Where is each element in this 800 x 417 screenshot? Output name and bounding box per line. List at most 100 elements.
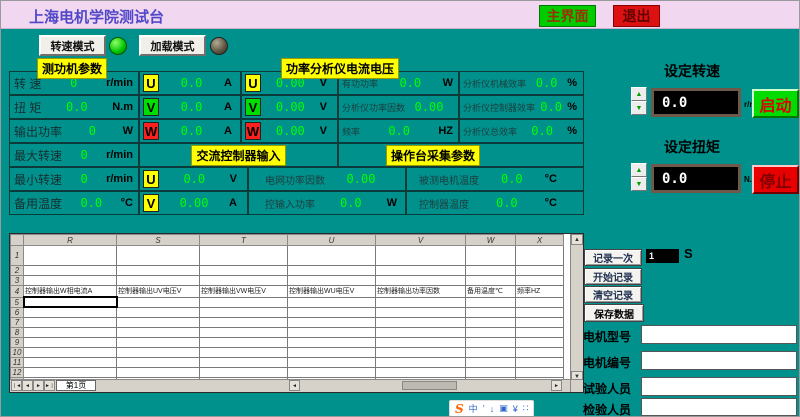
sheet-row-header[interactable]: 12	[11, 367, 24, 377]
sheet-cell[interactable]	[117, 357, 200, 367]
sheet-row-header[interactable]: 11	[11, 357, 24, 367]
torque-up-button[interactable]: ▲	[631, 163, 647, 177]
sheet-cell[interactable]	[516, 307, 564, 317]
sheet-cell[interactable]	[200, 266, 288, 276]
set-speed-display[interactable]: 0.0	[651, 88, 741, 117]
hscroll-left-icon[interactable]: ◄	[289, 380, 300, 391]
sheet-cell[interactable]	[516, 357, 564, 367]
ime-lang-icon[interactable]: 中	[469, 402, 478, 415]
sheet-cell[interactable]	[466, 337, 516, 347]
speed-down-button[interactable]: ▼	[631, 101, 647, 115]
sheet-cell[interactable]	[376, 297, 466, 307]
sheet-cell[interactable]	[24, 297, 117, 307]
sheet-cell[interactable]	[376, 367, 466, 377]
sheet-cell[interactable]	[288, 327, 376, 337]
sheet-cell[interactable]	[466, 317, 516, 327]
sheet-row-header[interactable]: 5	[11, 297, 24, 307]
sheet-cell[interactable]	[376, 246, 466, 266]
sheet-row-header[interactable]: 7	[11, 317, 24, 327]
sheet-cell[interactable]: 控制器输出UV电压V	[117, 286, 200, 298]
sheet-cell[interactable]	[288, 347, 376, 357]
sheet-cell[interactable]	[466, 297, 516, 307]
clear-record-button[interactable]: 清空记录	[584, 286, 642, 303]
sheet-cell[interactable]	[288, 266, 376, 276]
sheet-cell[interactable]	[516, 337, 564, 347]
sheet-vscrollbar[interactable]: ▲ ▼	[570, 234, 583, 382]
sheet-row-header[interactable]: 2	[11, 266, 24, 276]
sheet-cell[interactable]	[376, 357, 466, 367]
sheet-cell[interactable]	[117, 337, 200, 347]
sheet-cell[interactable]	[24, 357, 117, 367]
sheet-cell[interactable]	[24, 347, 117, 357]
sheet-cell[interactable]	[288, 317, 376, 327]
sheet-col-header[interactable]: V	[376, 235, 466, 246]
sheet-cell[interactable]	[466, 327, 516, 337]
sheet-cell[interactable]	[24, 317, 117, 327]
sheet-cell[interactable]	[200, 276, 288, 286]
sheet-cell[interactable]	[117, 276, 200, 286]
sheet-cell[interactable]: 控制器输出功率因数	[376, 286, 466, 298]
sheet-cell[interactable]: 控制器输出WU电压V	[288, 286, 376, 298]
sheet-cell[interactable]	[117, 327, 200, 337]
sheet-row-header[interactable]: 4	[11, 286, 24, 298]
sheet-row-header[interactable]: 6	[11, 307, 24, 317]
sheet-col-header[interactable]: R	[24, 235, 117, 246]
sheet-cell[interactable]: 备用温度℃	[466, 286, 516, 298]
sheet-cell[interactable]	[24, 337, 117, 347]
record-interval-display[interactable]: 1	[646, 249, 679, 263]
sheet-cell[interactable]	[117, 317, 200, 327]
sheet-col-header[interactable]: X	[516, 235, 564, 246]
sheet-cell[interactable]	[516, 276, 564, 286]
sheet-cell[interactable]: 控制器输出W相电流A	[24, 286, 117, 298]
tester-input[interactable]	[641, 377, 797, 396]
sheet-cell[interactable]	[117, 307, 200, 317]
ime-logo-icon[interactable]: S	[455, 402, 464, 416]
sheet-cell[interactable]	[466, 276, 516, 286]
scroll-up-icon[interactable]: ▲	[571, 234, 583, 245]
exit-button[interactable]: 退出	[613, 5, 660, 27]
sheet-cell[interactable]	[117, 297, 200, 307]
sheet-cell[interactable]	[516, 327, 564, 337]
set-torque-display[interactable]: 0.0	[651, 164, 741, 193]
hscroll-right-icon[interactable]: ►	[551, 380, 562, 391]
ime-skin-icon[interactable]: ¥	[513, 404, 518, 414]
sheet-cell[interactable]	[376, 327, 466, 337]
sheet-cell[interactable]	[376, 317, 466, 327]
sheet-row-header[interactable]: 3	[11, 276, 24, 286]
sheet-col-header[interactable]: S	[117, 235, 200, 246]
sheet-cell[interactable]	[376, 266, 466, 276]
sheet-cell[interactable]	[200, 367, 288, 377]
sheet-cell[interactable]	[288, 357, 376, 367]
speed-mode-button[interactable]: 转速模式	[39, 35, 106, 56]
sheet-cell[interactable]	[466, 246, 516, 266]
prev-page-icon[interactable]: ◄	[22, 380, 33, 391]
sheet-col-header[interactable]: W	[466, 235, 516, 246]
sheet-cell[interactable]	[24, 367, 117, 377]
sheet-cell[interactable]	[466, 357, 516, 367]
sheet-row-header[interactable]: 10	[11, 347, 24, 357]
sheet-cell[interactable]: 频率HZ	[516, 286, 564, 298]
record-once-button[interactable]: 记录一次	[584, 249, 642, 266]
sheet-cell[interactable]	[200, 337, 288, 347]
motor-model-input[interactable]	[641, 325, 797, 344]
ime-mic-icon[interactable]: ↓	[490, 404, 495, 414]
sheet-col-header[interactable]: T	[200, 235, 288, 246]
ime-punct-icon[interactable]: ʼ	[483, 404, 485, 414]
save-data-button[interactable]: 保存数据	[584, 304, 644, 322]
sheet-cell[interactable]	[200, 317, 288, 327]
stop-button[interactable]: 停止	[752, 165, 799, 194]
sheet-cell[interactable]	[516, 297, 564, 307]
sheet-cell[interactable]	[24, 276, 117, 286]
sheet-row-header[interactable]: 8	[11, 327, 24, 337]
sheet-cell[interactable]	[24, 246, 117, 266]
sheet-cell[interactable]	[466, 266, 516, 276]
sheet-tab[interactable]: 第1页	[56, 380, 96, 391]
sheet-cell[interactable]	[200, 307, 288, 317]
sheet-cell[interactable]	[288, 307, 376, 317]
sheet-cell[interactable]	[516, 246, 564, 266]
sheet-cell[interactable]	[516, 367, 564, 377]
sheet-cell[interactable]	[24, 266, 117, 276]
sheet-cell[interactable]	[288, 246, 376, 266]
last-page-icon[interactable]: ►❘	[44, 380, 55, 391]
sheet-row-header[interactable]: 1	[11, 246, 24, 266]
